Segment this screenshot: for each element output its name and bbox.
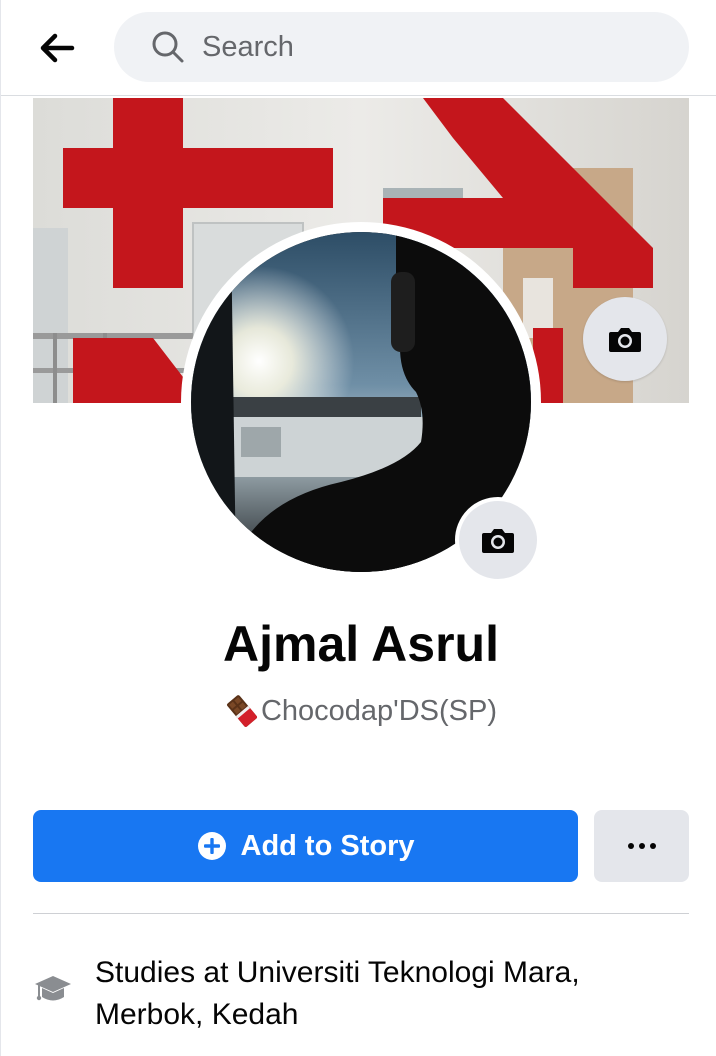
arrow-left-icon — [40, 33, 75, 63]
top-bar: Search — [1, 0, 716, 96]
more-options-button[interactable] — [594, 810, 689, 882]
add-to-story-label: Add to Story — [240, 829, 415, 862]
search-placeholder: Search — [202, 30, 294, 63]
education-text: Studies at Universiti Teknologi Mara, Me… — [95, 956, 580, 1031]
section-divider — [33, 913, 689, 914]
profile-name: Ajmal Asrul — [222, 616, 499, 672]
plus-circle-icon — [197, 832, 226, 860]
camera-icon — [609, 328, 641, 352]
search-icon — [150, 29, 186, 65]
graduation-cap-icon — [33, 970, 73, 1010]
camera-icon — [482, 529, 514, 553]
edit-cover-photo-button[interactable] — [583, 297, 667, 381]
bio-text: Chocodap'DS(SP) — [260, 694, 498, 727]
edit-profile-picture-button[interactable] — [455, 497, 541, 583]
chocolate-bar-emoji-icon — [225, 694, 259, 728]
back-button[interactable] — [33, 24, 81, 72]
search-input[interactable]: Search — [114, 12, 689, 82]
more-dots-icon — [627, 843, 656, 849]
profile-bio: Chocodap'DS(SP) — [1, 694, 716, 728]
add-to-story-button[interactable]: Add to Story — [33, 810, 578, 882]
profile-page: Search Ajmal Asrul Chocodap'DS(SP) Add t… — [0, 0, 716, 1056]
